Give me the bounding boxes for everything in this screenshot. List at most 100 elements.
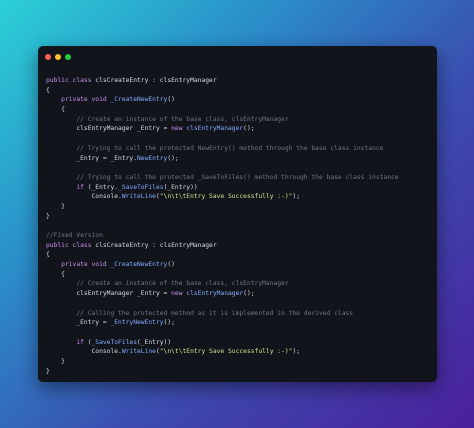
code-token: clsCreateEntry : clsEntryManager bbox=[95, 241, 217, 249]
code-line: { bbox=[46, 105, 433, 115]
code-line: Console.WriteLine("\n\t\tEntry Save Succ… bbox=[46, 192, 433, 202]
code-token: (); bbox=[167, 154, 179, 162]
code-token: } bbox=[46, 202, 65, 210]
code-token: (_Entry)) bbox=[163, 183, 198, 191]
code-token: WriteLine bbox=[121, 348, 156, 356]
code-token: { bbox=[46, 106, 65, 114]
code-token: "\n\t\tEntry Save Successfully :-)" bbox=[159, 193, 293, 201]
code-line: //Fixed Version bbox=[46, 231, 433, 241]
code-token: private void bbox=[61, 261, 111, 269]
code-line: // Trying to call the protected _SaveToF… bbox=[46, 173, 433, 183]
code-line: if (_SaveToFiles(_Entry)) bbox=[46, 338, 433, 348]
code-token: clsEntryManager _Entry = bbox=[46, 290, 172, 298]
code-token: Console. bbox=[46, 193, 122, 201]
code-token: _CreateNewEntry bbox=[110, 261, 168, 269]
code-token: if bbox=[76, 183, 88, 191]
code-token: _CreateNewEntry bbox=[110, 96, 168, 104]
code-token: ); bbox=[292, 348, 301, 356]
code-line: } bbox=[46, 357, 433, 367]
code-token: "\n\t\tEntry Save Successfully :-)" bbox=[159, 348, 293, 356]
code-token: NewEntry bbox=[137, 154, 168, 162]
code-line: } bbox=[46, 367, 433, 377]
code-token: _Entry = _Entry. bbox=[46, 154, 137, 162]
code-line: { bbox=[46, 86, 433, 96]
code-line: if (_Entry._SaveToFiles(_Entry)) bbox=[46, 183, 433, 193]
code-token: (); bbox=[243, 125, 255, 133]
code-line: } bbox=[46, 202, 433, 212]
code-token: () bbox=[167, 261, 175, 269]
code-line: // Calling the protected method as it is… bbox=[46, 309, 433, 319]
code-token: private void bbox=[61, 96, 111, 104]
code-token: ); bbox=[292, 193, 301, 201]
code-line: _Entry = _Entry.NewEntry(); bbox=[46, 154, 433, 164]
code-token: // Calling the protected method as it is… bbox=[76, 309, 354, 317]
code-token: // Create an instance of the base class,… bbox=[76, 115, 289, 123]
code-token: } bbox=[46, 367, 50, 375]
code-line: // Trying to call the protected NewEntry… bbox=[46, 144, 433, 154]
code-line: public class clsCreateEntry : clsEntryMa… bbox=[46, 241, 433, 251]
code-token: _Entry = bbox=[46, 319, 111, 327]
code-line: _Entry = _EntryNewEntry(); bbox=[46, 318, 433, 328]
code-token: (); bbox=[243, 290, 255, 298]
code-line: public class clsCreateEntry : clsEntryMa… bbox=[46, 76, 433, 86]
code-token: } bbox=[46, 212, 50, 220]
code-token: Console. bbox=[46, 348, 122, 356]
code-token: (); bbox=[163, 319, 175, 327]
code-line: // Create an instance of the base class,… bbox=[46, 115, 433, 125]
window-titlebar bbox=[38, 46, 437, 68]
code-token: clsEntryManager _Entry = bbox=[46, 125, 172, 133]
code-window: public class clsCreateEntry : clsEntryMa… bbox=[38, 46, 437, 382]
code-token: // Trying to call the protected NewEntry… bbox=[76, 144, 384, 152]
code-token: clsEntryManager bbox=[186, 125, 244, 133]
code-token: // Trying to call the protected _SaveToF… bbox=[76, 173, 399, 181]
page-background: { "window": { "buttons": { "close_color"… bbox=[0, 0, 474, 428]
minimize-window-button[interactable] bbox=[55, 54, 61, 60]
code-token: (_Entry. bbox=[87, 183, 119, 191]
code-token: new bbox=[171, 125, 187, 133]
code-token: _SaveToFiles bbox=[91, 338, 138, 346]
code-line: // Create an instance of the base class,… bbox=[46, 279, 433, 289]
maximize-window-button[interactable] bbox=[65, 54, 71, 60]
code-token: new bbox=[171, 290, 187, 298]
code-token: // Create an instance of the base class,… bbox=[76, 280, 289, 288]
code-line: clsEntryManager _Entry = new clsEntryMan… bbox=[46, 289, 433, 299]
code-token: { bbox=[46, 270, 65, 278]
code-token: _EntryNewEntry bbox=[110, 319, 164, 327]
code-token: (_Entry)) bbox=[137, 338, 172, 346]
code-token: if bbox=[76, 338, 88, 346]
code-line: Console.WriteLine("\n\t\tEntry Save Succ… bbox=[46, 347, 433, 357]
code-line: { bbox=[46, 270, 433, 280]
code-line: } bbox=[46, 212, 433, 222]
code-token: { bbox=[46, 251, 50, 259]
code-token: public class bbox=[46, 241, 96, 249]
code-line: { bbox=[46, 250, 433, 260]
code-line: private void _CreateNewEntry() bbox=[46, 95, 433, 105]
code-token: //Fixed Version bbox=[46, 232, 103, 239]
code-token: { bbox=[46, 86, 50, 94]
code-token: } bbox=[46, 357, 65, 365]
code-line: private void _CreateNewEntry() bbox=[46, 260, 433, 270]
code-line: clsEntryManager _Entry = new clsEntryMan… bbox=[46, 124, 433, 134]
code-token: clsEntryManager bbox=[186, 290, 244, 298]
code-token: WriteLine bbox=[121, 193, 156, 201]
close-window-button[interactable] bbox=[45, 54, 51, 60]
code-token: clsCreateEntry : clsEntryManager bbox=[95, 77, 217, 84]
code-token: _SaveToFiles bbox=[118, 183, 164, 191]
code-token: () bbox=[167, 96, 175, 104]
code-token: public class bbox=[46, 77, 96, 84]
code-editor: public class clsCreateEntry : clsEntryMa… bbox=[46, 76, 433, 376]
